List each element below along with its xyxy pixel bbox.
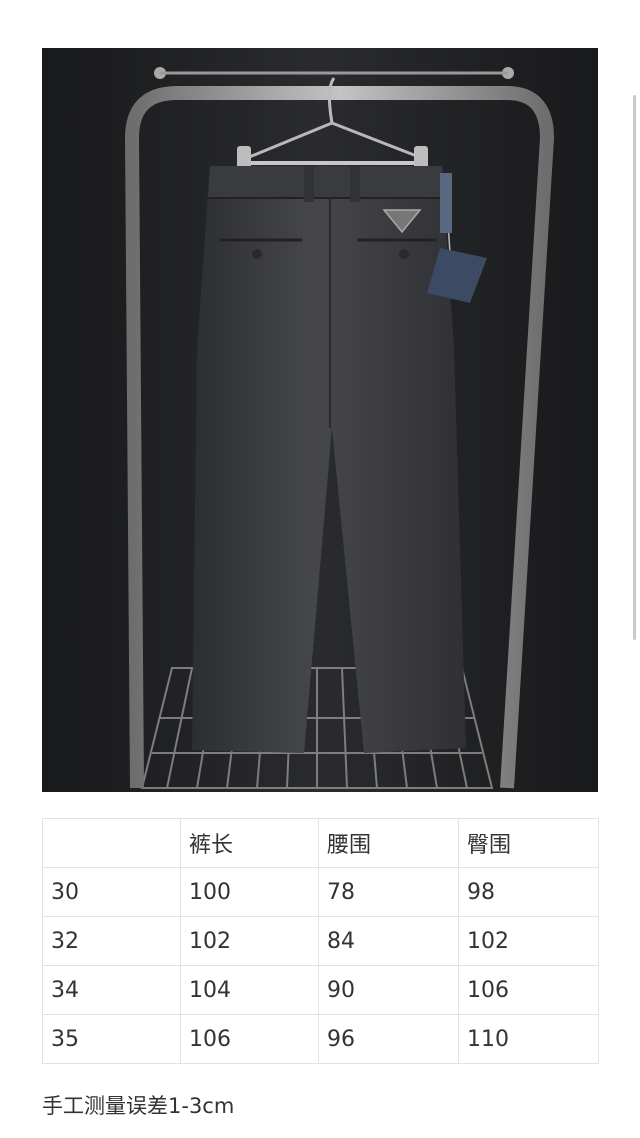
table-cell: 90: [318, 965, 459, 1015]
size-table: 裤长 腰围 臀围 30 100 78 98 32 102 84 102 34 1…: [42, 818, 599, 1064]
trousers-image: [42, 48, 598, 792]
table-cell: 78: [318, 867, 459, 917]
table-cell: 110: [458, 1014, 599, 1064]
table-cell: 30: [42, 867, 181, 917]
table-cell: 106: [180, 1014, 319, 1064]
table-cell: 100: [180, 867, 319, 917]
table-cell: 32: [42, 916, 181, 966]
table-header-cell: [42, 818, 181, 868]
table-header-row: 裤长 腰围 臀围: [42, 818, 599, 868]
table-cell: 96: [318, 1014, 459, 1064]
table-cell: 102: [458, 916, 599, 966]
scrollbar[interactable]: [633, 95, 636, 640]
measurement-note: 手工测量误差1-3cm: [42, 1094, 235, 1118]
product-photo: [42, 48, 598, 792]
table-header-cell: 腰围: [318, 818, 459, 868]
table-header-cell: 裤长: [180, 818, 319, 868]
table-header-cell: 臀围: [458, 818, 599, 868]
table-cell: 84: [318, 916, 459, 966]
table-cell: 98: [458, 867, 599, 917]
table-cell: 106: [458, 965, 599, 1015]
table-cell: 102: [180, 916, 319, 966]
table-row: 32 102 84 102: [42, 916, 599, 966]
table-cell: 104: [180, 965, 319, 1015]
table-row: 34 104 90 106: [42, 965, 599, 1015]
table-cell: 35: [42, 1014, 181, 1064]
table-cell: 34: [42, 965, 181, 1015]
table-row: 30 100 78 98: [42, 867, 599, 917]
table-row: 35 106 96 110: [42, 1014, 599, 1064]
